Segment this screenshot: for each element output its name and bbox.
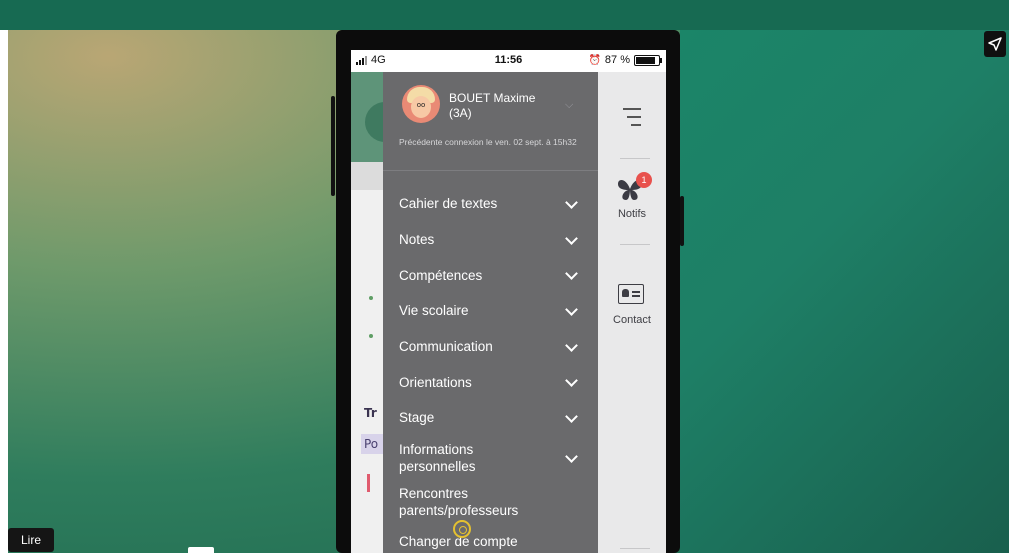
menu-item-changer-de-compte[interactable]: Changer de compte xyxy=(383,524,598,553)
notification-badge: 1 xyxy=(636,172,652,188)
menu-item-vie-scolaire[interactable]: Vie scolaire xyxy=(383,293,598,329)
user-name: BOUET Maxime xyxy=(449,91,536,105)
click-indicator xyxy=(453,520,471,538)
phone-screen: 4G 11:56 ⏰ 87 % Tr Po oo BOUET Maxime (3… xyxy=(351,50,666,553)
top-bar xyxy=(0,0,1009,30)
status-bar: 4G 11:56 ⏰ 87 % xyxy=(351,50,666,72)
contact-card-icon[interactable] xyxy=(618,284,644,304)
read-button[interactable]: Lire xyxy=(8,528,54,552)
hamburger-icon[interactable] xyxy=(623,108,641,128)
battery-percent: 87 % xyxy=(604,54,630,66)
profile-header[interactable]: oo BOUET Maxime (3A) ⌵ Précédente connex… xyxy=(383,72,598,171)
chevron-down-icon xyxy=(565,231,578,245)
divider xyxy=(620,548,650,549)
menu-item-competences[interactable]: Compétences xyxy=(383,257,598,293)
list-bullet xyxy=(369,334,373,338)
menu-item-rencontres-parents-professeurs[interactable]: Rencontres parents/professeurs xyxy=(383,480,598,524)
menu-item-orientations[interactable]: Orientations xyxy=(383,364,598,400)
user-class: (3A) xyxy=(449,106,472,120)
menu-item-stage[interactable]: Stage xyxy=(383,400,598,436)
share-button[interactable] xyxy=(984,31,1006,57)
slide-counter xyxy=(188,547,214,553)
drawer-menu: Cahier de textes Notes Compétences Vie s… xyxy=(383,186,598,553)
navigation-drawer: oo BOUET Maxime (3A) ⌵ Précédente connex… xyxy=(383,72,598,553)
menu-item-cahier-de-textes[interactable]: Cahier de textes xyxy=(383,186,598,222)
chevron-down-icon[interactable]: ⌵ xyxy=(565,98,573,112)
right-rail: 1 Notifs Contact xyxy=(598,72,666,553)
partial-heading: Tr xyxy=(364,406,377,420)
underlying-page: Tr Po xyxy=(351,72,405,553)
menu-item-communication[interactable]: Communication xyxy=(383,329,598,365)
notifs-label[interactable]: Notifs xyxy=(598,208,666,220)
chevron-down-icon xyxy=(565,303,578,316)
last-login: Précédente connexion le ven. 02 sept. à … xyxy=(399,137,577,147)
contact-label[interactable]: Contact xyxy=(598,314,666,326)
menu-item-informations-personnelles[interactable]: Informations personnelles xyxy=(383,436,598,480)
list-bullet xyxy=(369,296,373,300)
phone-side-button xyxy=(331,96,335,196)
share-icon xyxy=(988,37,1002,51)
chevron-down-icon xyxy=(565,449,578,463)
battery-icon xyxy=(634,54,662,66)
divider xyxy=(620,158,650,159)
chevron-down-icon xyxy=(565,195,578,209)
divider xyxy=(620,244,650,245)
chevron-down-icon xyxy=(565,410,578,423)
phone-side-button xyxy=(680,196,684,246)
menu-item-notes[interactable]: Notes xyxy=(383,222,598,258)
chevron-down-icon xyxy=(565,338,578,352)
video-background-right xyxy=(680,30,1009,553)
avatar: oo xyxy=(402,85,440,123)
chevron-down-icon xyxy=(565,374,578,388)
chevron-down-icon xyxy=(565,267,578,281)
alarm-icon: ⏰ xyxy=(588,54,601,66)
